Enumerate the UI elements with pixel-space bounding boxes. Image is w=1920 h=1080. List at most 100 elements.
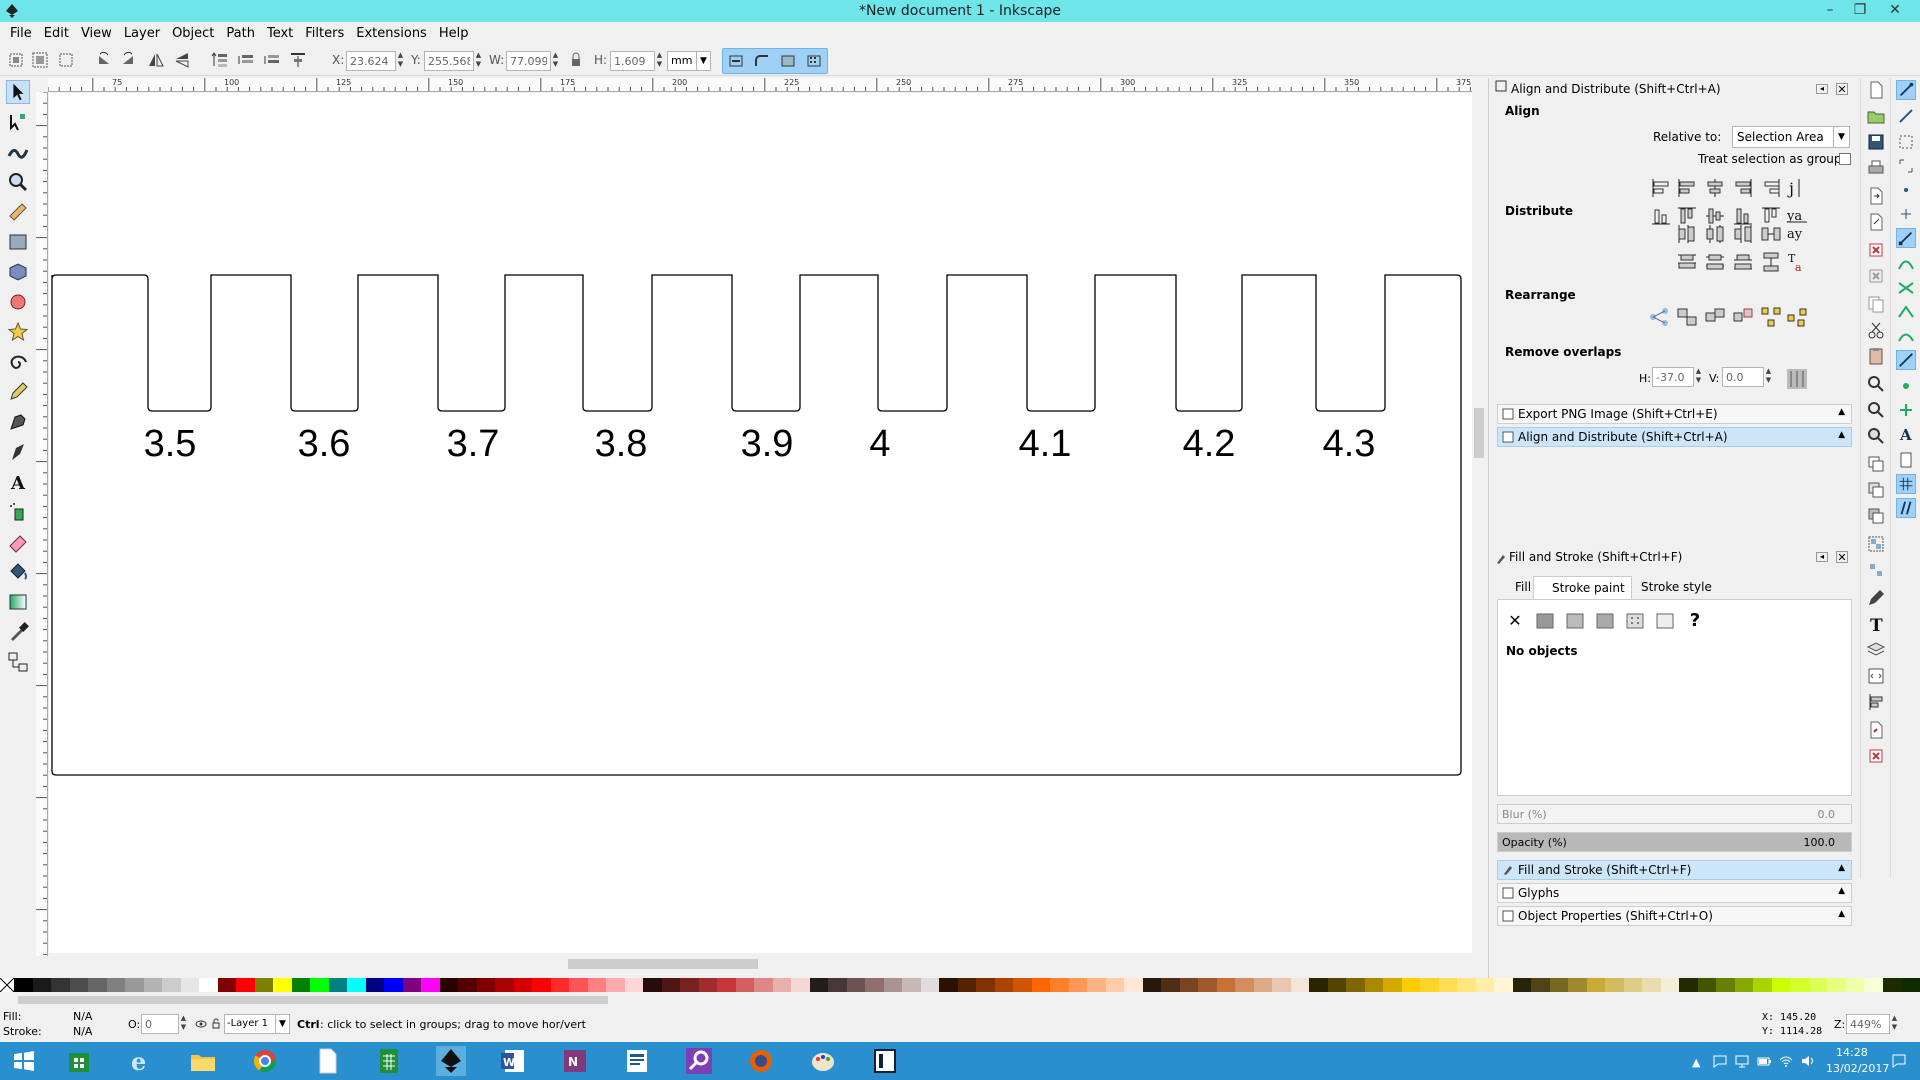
lower-to-bottom-icon[interactable] [288,50,308,70]
scale-corners-icon[interactable] [752,52,772,70]
pencil-tool-icon[interactable] [6,380,30,404]
color-palette[interactable] [0,977,1920,993]
select-all-layers-icon[interactable] [30,50,50,70]
color-swatch[interactable] [347,978,366,992]
width-label[interactable]: 4.2 [1183,423,1236,465]
color-swatch[interactable] [1734,978,1753,992]
inkscape-taskbar-icon[interactable] [436,1046,466,1076]
wifi-icon[interactable] [1778,1054,1794,1068]
color-swatch[interactable] [162,978,181,992]
flip-vertical-icon[interactable] [172,50,192,70]
lock-ratio-icon[interactable] [566,50,586,70]
unlink-clone-icon[interactable] [1866,506,1886,526]
selector-tool-icon[interactable] [6,80,30,104]
color-swatch[interactable] [180,978,199,992]
overlap-v-field[interactable] [1722,367,1764,387]
color-swatch[interactable] [1290,978,1309,992]
snap-guide-icon[interactable] [1896,498,1916,518]
radial-gradient-icon[interactable] [1594,610,1616,632]
color-swatch[interactable] [1161,978,1180,992]
cancel-icon[interactable] [1866,266,1886,286]
move-patterns-icon[interactable] [804,52,824,70]
color-swatch[interactable] [606,978,625,992]
color-swatch[interactable] [994,978,1013,992]
zoom-page-icon[interactable] [1866,426,1886,446]
export-png-panel-tab[interactable]: Export PNG Image (Shift+Ctrl+E) ▲ [1497,404,1852,424]
color-swatch[interactable] [1087,978,1106,992]
blur-slider[interactable]: Blur (%) 0.0 [1497,804,1852,824]
fill-stroke-dialog-icon[interactable] [1866,588,1886,608]
battery-icon[interactable] [1756,1054,1772,1068]
word-icon[interactable]: W [498,1046,528,1076]
scroll-thumb[interactable] [18,996,608,1004]
color-swatch[interactable] [199,978,218,992]
distribute-gaps-horizontal-icon[interactable] [1759,222,1783,246]
snap-intersections-icon[interactable] [1896,278,1916,298]
calligraphy-tool-icon[interactable] [6,440,30,464]
distribute-centers-horizontal-icon[interactable] [1703,222,1727,246]
menu-filters[interactable]: Filters [299,26,350,41]
width-label[interactable]: 3.8 [595,423,648,465]
width-label[interactable]: 4.1 [1019,423,1072,465]
document-properties-icon[interactable] [1866,720,1886,740]
lower-icon[interactable] [262,50,282,70]
snap-bbox-centers-icon[interactable] [1896,204,1916,224]
layer-select[interactable]: -Layer 1 ▼ [224,1014,290,1034]
drawing-canvas[interactable]: 3.5 3.6 3.7 3.8 3.9 4 4.1 4.2 4.3 [49,93,1472,953]
color-swatch[interactable] [1438,978,1457,992]
y-field[interactable] [424,51,474,71]
color-swatch[interactable] [1031,978,1050,992]
color-swatch[interactable] [402,978,421,992]
overlap-h-spinner[interactable]: ▲ ▼ [1694,367,1703,387]
align-panel-tab[interactable]: Align and Distribute (Shift+Ctrl+A) ▲ [1497,427,1852,447]
flip-horizontal-icon[interactable] [146,50,166,70]
h-spinner[interactable]: ▲ ▼ [655,51,664,71]
snap-cusp-nodes-icon[interactable] [1896,302,1916,322]
color-swatch[interactable] [513,978,532,992]
color-swatch[interactable] [1420,978,1439,992]
width-label[interactable]: 3.7 [447,423,500,465]
snap-object-midpoints-icon[interactable] [1896,376,1916,396]
glyphs-panel-tab[interactable]: Glyphs ▲ [1497,883,1852,903]
select-all-icon[interactable] [6,50,26,70]
color-swatch[interactable] [754,978,773,992]
color-swatch[interactable] [106,978,125,992]
xml-editor-icon[interactable] [1866,666,1886,686]
color-swatch[interactable] [532,978,551,992]
snap-smooth-nodes-icon[interactable] [1896,326,1916,346]
document-icon[interactable] [312,1046,342,1076]
color-swatch[interactable] [865,978,884,992]
distribute-left-edges-icon[interactable] [1675,222,1699,246]
unit-select[interactable]: mm ▼ [667,51,711,71]
gradient-tool-icon[interactable] [6,590,30,614]
color-swatch[interactable] [14,978,33,992]
close-button[interactable]: ✕ [1880,0,1910,22]
color-swatch[interactable] [976,978,995,992]
rotate-cw-icon[interactable] [118,50,138,70]
color-swatch[interactable] [254,978,273,992]
width-label[interactable]: 3.6 [298,423,351,465]
layer-visibility-icon[interactable] [195,1018,207,1030]
fill-stroke-panel-tab[interactable]: Fill and Stroke (Shift+Ctrl+F) ▲ [1497,860,1852,880]
ungroup-icon[interactable] [1866,560,1886,580]
color-swatch[interactable] [1272,978,1291,992]
file-explorer-icon[interactable] [188,1046,218,1076]
layers-icon[interactable] [1866,640,1886,660]
pattern-icon[interactable] [1624,610,1646,632]
align-left-icon[interactable] [1675,176,1699,200]
group-icon[interactable] [1866,534,1886,554]
color-swatch[interactable] [273,978,292,992]
menu-edit[interactable]: Edit [38,26,75,41]
paint-bucket-tool-icon[interactable] [6,560,30,584]
snap-page-border-icon[interactable] [1896,450,1916,470]
color-swatch[interactable] [1327,978,1346,992]
vertical-ruler[interactable] [36,92,48,956]
x-spinner[interactable]: ▲ ▼ [396,51,405,71]
color-swatch[interactable] [883,978,902,992]
color-swatch[interactable] [143,978,162,992]
color-swatch[interactable] [1642,978,1661,992]
width-label[interactable]: 3.9 [741,423,794,465]
opacity-slider[interactable]: Opacity (%) 100.0 [1497,832,1852,852]
deselect-icon[interactable] [56,50,76,70]
color-swatch[interactable] [69,978,88,992]
